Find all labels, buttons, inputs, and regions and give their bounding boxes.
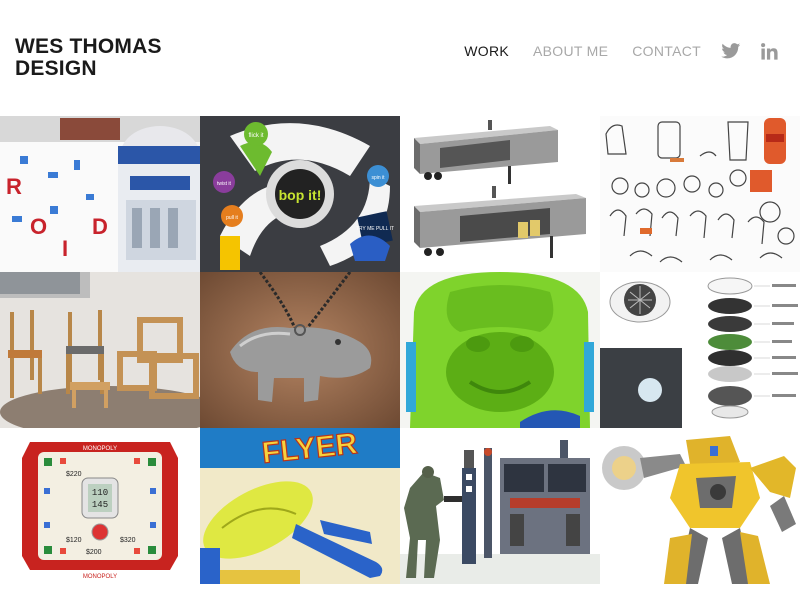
- site-title-line1: WES THOMAS: [15, 35, 162, 58]
- gorilla-toy-image: [400, 272, 600, 428]
- droid-kit-image: R O I D: [0, 116, 200, 272]
- project-tile-flyer-football[interactable]: FLYER: [200, 428, 400, 584]
- flyer-football-image: FLYER: [200, 428, 400, 584]
- sketches-image: [600, 116, 800, 272]
- twitter-icon[interactable]: [721, 43, 741, 59]
- project-tile-sketches[interactable]: [600, 116, 800, 272]
- bop-it-logo: bop it!: [279, 187, 322, 203]
- project-tile-trailer-lab[interactable]: [400, 116, 600, 272]
- project-tile-robot[interactable]: [600, 428, 800, 584]
- droid-letter-o: O: [30, 214, 47, 239]
- project-tile-gorilla-toy[interactable]: [400, 272, 600, 428]
- monopoly-screen-line2: 145: [92, 500, 108, 510]
- monopoly-price-320: $320: [120, 537, 136, 544]
- portfolio-grid: R O I D bop it! flick it twist it spin i…: [0, 116, 800, 584]
- droid-letter-r: R: [6, 174, 22, 199]
- nav-contact[interactable]: CONTACT: [632, 42, 701, 60]
- project-tile-furniture[interactable]: [0, 272, 200, 428]
- droid-letter-d: D: [92, 214, 108, 239]
- project-tile-monopoly-game[interactable]: 110 145 MONOPOLY MONOPOLY $120 $200 $320…: [0, 428, 200, 584]
- nav-about-me[interactable]: ABOUT ME: [533, 42, 608, 60]
- playset-image: [400, 428, 600, 584]
- furniture-image: [0, 272, 200, 428]
- monopoly-price-220: $220: [66, 471, 82, 478]
- droid-letter-i: I: [62, 236, 68, 261]
- hippo-pendant-image: [200, 272, 400, 428]
- project-tile-playset[interactable]: [400, 428, 600, 584]
- project-tile-bop-it[interactable]: bop it! flick it twist it spin it pull i…: [200, 116, 400, 272]
- device-exploded-image: [600, 272, 800, 428]
- project-tile-device-exploded[interactable]: [600, 272, 800, 428]
- trailer-lab-image: [400, 116, 600, 272]
- monopoly-price-200: $200: [86, 549, 102, 556]
- monopoly-game-image: 110 145 MONOPOLY MONOPOLY $120 $200 $320…: [0, 428, 200, 584]
- project-tile-hippo-pendant[interactable]: [200, 272, 400, 428]
- monopoly-label-top: MONOPOLY: [83, 446, 117, 452]
- monopoly-price-120: $120: [66, 537, 82, 544]
- bop-it-label-twist: twist it: [217, 181, 232, 187]
- site-logo[interactable]: WES THOMAS DESIGN: [15, 36, 162, 80]
- bop-it-label-pull: pull it: [226, 215, 238, 221]
- bop-it-image: bop it! flick it twist it spin it pull i…: [200, 116, 400, 272]
- linkedin-icon[interactable]: [761, 42, 778, 60]
- bop-it-label-flick: flick it: [249, 133, 264, 139]
- site-header: WES THOMAS DESIGN WORK ABOUT ME CONTACT: [0, 0, 800, 116]
- main-nav: WORK ABOUT ME CONTACT: [440, 42, 778, 60]
- project-tile-droid-kit[interactable]: R O I D: [0, 116, 200, 272]
- bop-it-label-spin: spin it: [371, 175, 385, 181]
- bop-it-label-try-me: TRY ME PULL IT: [356, 226, 394, 232]
- site-title-line2: DESIGN: [15, 57, 97, 80]
- monopoly-screen-line1: 110: [92, 488, 108, 498]
- nav-work[interactable]: WORK: [464, 42, 509, 60]
- robot-image: [600, 428, 800, 584]
- monopoly-label-bottom: MONOPOLY: [83, 574, 117, 580]
